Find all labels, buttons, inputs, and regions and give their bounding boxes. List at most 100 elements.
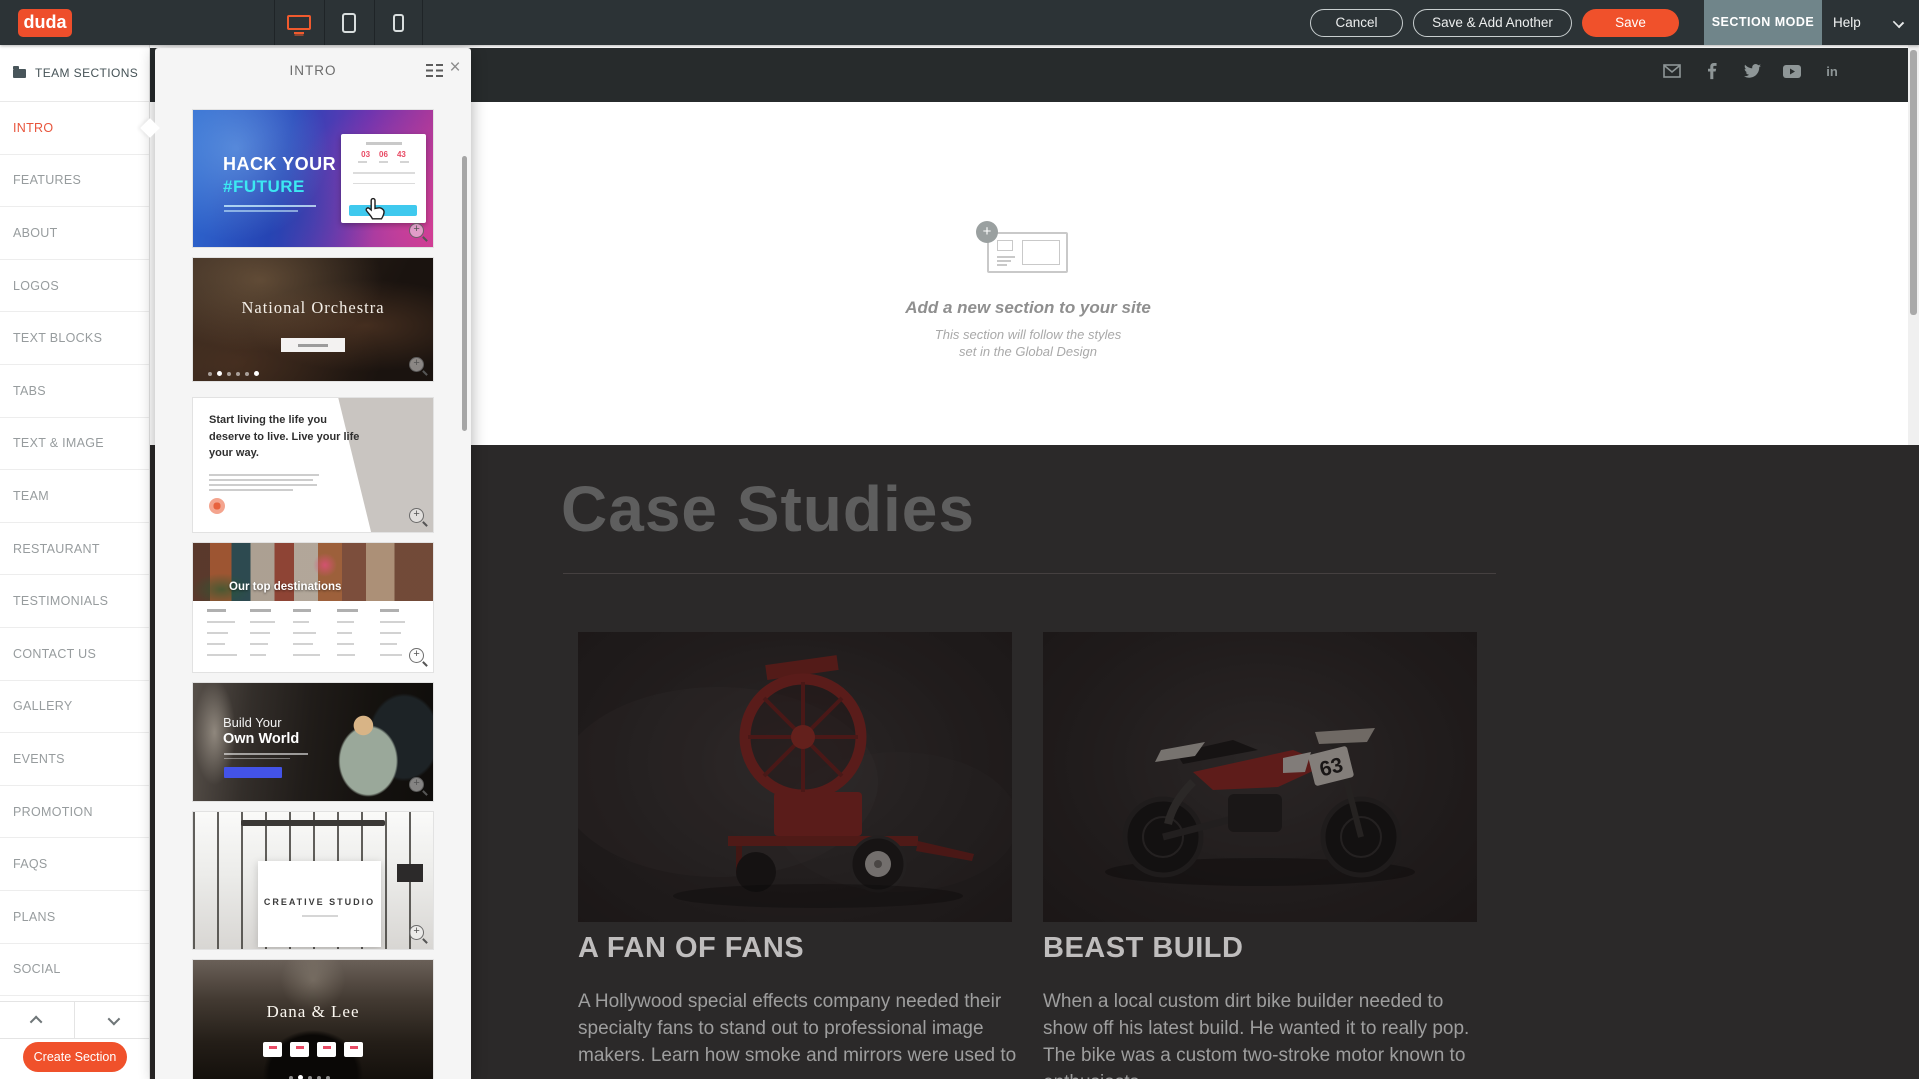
template-thumb-start-living[interactable]: Start living the life you deserve to liv… [192, 397, 434, 533]
editor-topbar: duda Cancel Save & Add Another Save SECT… [0, 0, 1919, 45]
help-chevron-icon[interactable] [1893, 17, 1904, 28]
team-sections-label: TEAM SECTIONS [35, 66, 138, 80]
add-plus-icon: + [976, 221, 998, 243]
cta-button [349, 205, 417, 216]
case-study-body-fan: A Hollywood special effects company need… [578, 988, 1026, 1069]
sidebar-item-team[interactable]: TEAM [0, 470, 149, 523]
mobile-preview-button[interactable] [374, 0, 423, 45]
sidebar-item-restaurant[interactable]: RESTAURANT [0, 523, 149, 576]
mobile-icon [393, 14, 404, 32]
add-section-subtitle-1: This section will follow the styles [878, 327, 1178, 342]
help-menu[interactable]: Help [1833, 0, 1861, 45]
scroll-down-button[interactable] [74, 1002, 149, 1038]
zoom-preview-icon[interactable] [409, 357, 424, 372]
case-study-body-bike: When a local custom dirt bike builder ne… [1043, 988, 1491, 1079]
add-section-placeholder[interactable]: + Add a new section to your site This se… [878, 210, 1178, 370]
sidebar-item-gallery[interactable]: GALLERY [0, 681, 149, 734]
template-thumb-national-orchestra[interactable]: National Orchestra [192, 257, 434, 382]
sidebar-item-promotion[interactable]: PROMOTION [0, 786, 149, 839]
destinations-table [207, 609, 423, 665]
add-section-title: Add a new section to your site [878, 298, 1178, 318]
cta-button [224, 767, 282, 778]
sidebar-item-about[interactable]: ABOUT [0, 207, 149, 260]
thumb-heading: Dana & Lee [193, 1002, 433, 1022]
desktop-preview-button[interactable] [274, 0, 323, 45]
sidebar-item-faqs[interactable]: FAQS [0, 838, 149, 891]
template-thumb-dana-lee[interactable]: Dana & Lee [192, 959, 434, 1079]
template-thumb-own-world[interactable]: Build Your Own World [192, 682, 434, 802]
create-section-button[interactable]: Create Section [23, 1042, 127, 1072]
save-button[interactable]: Save [1582, 9, 1679, 37]
template-thumb-creative-studio[interactable]: CREATIVE STUDIO [192, 811, 434, 950]
zoom-preview-icon[interactable] [409, 223, 424, 238]
chevron-down-icon [107, 1012, 120, 1025]
tablet-preview-button[interactable] [324, 0, 373, 45]
sidebar-item-contact-us[interactable]: CONTACT US [0, 628, 149, 681]
accent-dot-icon [209, 498, 225, 514]
tablet-icon [342, 13, 356, 33]
app-root: io Listen Gallery Live Contact Portfolio… [0, 0, 1919, 1079]
close-icon[interactable]: × [445, 56, 465, 80]
case-study-title-fan: A FAN OF FANS [578, 932, 804, 965]
sidebar-item-events[interactable]: EVENTS [0, 733, 149, 786]
case-study-title-bike: BEAST BUILD [1043, 932, 1243, 965]
panel-scrollbar-thumb[interactable] [462, 156, 467, 431]
signup-card: 03 06 43 [341, 134, 426, 223]
sidebar-item-features[interactable]: FEATURES [0, 155, 149, 208]
sections-sidebar: TEAM SECTIONS INTRO FEATURES ABOUT LOGOS… [0, 45, 150, 1079]
thumb-heading: CREATIVE STUDIO [258, 897, 381, 907]
intro-templates-panel: INTRO × HACK YOUR #FUTURE 03 06 43 [155, 48, 471, 1079]
zoom-preview-icon[interactable] [409, 925, 424, 940]
case-study-image-fan [578, 632, 1012, 922]
countdown-boxes [193, 1042, 433, 1057]
zoom-preview-icon[interactable] [409, 648, 424, 663]
canvas-scrollbar-track[interactable] [1908, 45, 1919, 445]
template-thumb-destinations[interactable]: Our top destinations [192, 542, 434, 673]
cancel-button[interactable]: Cancel [1310, 9, 1403, 37]
sidebar-item-social[interactable]: SOCIAL [0, 944, 149, 997]
layout-toggle-icon[interactable] [426, 64, 443, 77]
thumb-heading: Own World [223, 731, 299, 747]
template-thumb-hack-your-future[interactable]: HACK YOUR #FUTURE 03 06 43 [192, 109, 434, 248]
carousel-dots [289, 1075, 330, 1079]
thumb-heading: Our top destinations [229, 581, 341, 593]
chevron-up-icon [29, 1015, 42, 1028]
thumb-heading: National Orchestra [193, 298, 433, 318]
duda-logo[interactable]: duda [18, 9, 72, 37]
countdown-value: 03 [361, 150, 370, 159]
case-study-image-bike: 63 [1043, 632, 1477, 922]
countdown-value: 43 [397, 150, 406, 159]
folder-icon [13, 69, 26, 78]
sidebar-item-text-blocks[interactable]: TEXT BLOCKS [0, 312, 149, 365]
canvas-scrollbar-thumb[interactable] [1910, 50, 1917, 315]
sidebar-item-text-image[interactable]: TEXT & IMAGE [0, 418, 149, 471]
zoom-preview-icon[interactable] [409, 777, 424, 792]
team-sections-header: TEAM SECTIONS [0, 45, 149, 102]
section-mode-badge: SECTION MODE [1704, 0, 1822, 45]
save-add-another-button[interactable]: Save & Add Another [1413, 9, 1572, 37]
case-studies-divider [563, 573, 1496, 574]
desktop-icon [287, 15, 311, 30]
sidebar-item-testimonials[interactable]: TESTIMONIALS [0, 575, 149, 628]
sidebar-item-logos[interactable]: LOGOS [0, 260, 149, 313]
email-icon[interactable] [1663, 62, 1681, 80]
studio-card: CREATIVE STUDIO [258, 861, 381, 947]
cta-button [281, 338, 345, 352]
section-layout-icon [987, 232, 1068, 273]
panel-title: INTRO [155, 63, 471, 78]
thumb-heading: #FUTURE [223, 177, 305, 197]
countdown-value: 06 [379, 150, 388, 159]
thumb-heading: Start living the life you deserve to liv… [209, 412, 367, 462]
zoom-preview-icon[interactable] [409, 508, 424, 523]
facebook-icon[interactable] [1703, 62, 1721, 80]
twitter-icon[interactable] [1743, 62, 1761, 80]
sidebar-item-intro[interactable]: INTRO [0, 102, 149, 155]
sidebar-item-plans[interactable]: PLANS [0, 891, 149, 944]
youtube-icon[interactable] [1783, 62, 1801, 80]
sidebar-item-tabs[interactable]: TABS [0, 365, 149, 418]
scroll-up-button[interactable] [0, 1002, 74, 1038]
linkedin-icon[interactable]: in [1823, 62, 1841, 80]
thumb-heading: HACK YOUR [223, 154, 336, 175]
carousel-dots [208, 371, 259, 376]
add-section-subtitle-2: set in the Global Design [878, 344, 1178, 359]
